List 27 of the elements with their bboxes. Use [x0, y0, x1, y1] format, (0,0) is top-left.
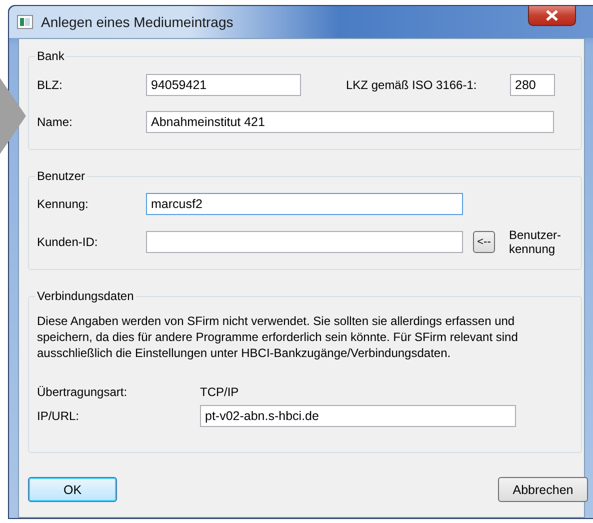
info-text: Diese Angaben werden von SFirm nicht verwendet. Sie sollten sie allerdings erfassen und speichern, da dies für andere Programme erforderlich sein könnte. Für SFirm relevant sind ausschließlich die Einstellungen unter HBCI-Bankzugänge/Verbindungsdaten.	[37, 313, 519, 361]
field-label: Name:	[37, 115, 74, 129]
copy-label: Benutzer- kennung	[509, 228, 562, 256]
input-field[interactable]: 280	[510, 74, 555, 96]
copy-button[interactable]: <--	[473, 231, 495, 253]
group-title: Benutzer	[36, 169, 86, 183]
field-label: IP/URL:	[37, 409, 80, 423]
input-field[interactable]: marcusf2	[146, 193, 463, 215]
field-label: BLZ:	[37, 78, 64, 92]
close-button[interactable]	[528, 6, 576, 26]
transfer-value: TCP/IP	[200, 385, 239, 399]
field-label: Kunden-ID:	[37, 235, 99, 249]
group-title: Verbindungsdaten	[36, 289, 135, 303]
field-label: Kennung:	[37, 197, 90, 211]
input-field[interactable]	[146, 231, 463, 253]
input-field[interactable]: 94059421	[146, 74, 301, 96]
field-label: LKZ gemäß ISO 3166-1:	[346, 78, 478, 92]
input-field[interactable]: Abnahmeinstitut 421	[146, 111, 554, 133]
input-field[interactable]: pt-v02-abn.s-hbci.de	[200, 405, 516, 427]
cancel-button[interactable]: Abbrechen	[498, 477, 588, 502]
ok-button[interactable]: OK	[28, 477, 117, 502]
window-title: Anlegen eines Mediumeintrags	[41, 14, 234, 30]
close-icon	[546, 10, 558, 21]
field-label: Übertragungsart:	[37, 385, 128, 399]
pointer-arrow-icon	[0, 78, 26, 154]
group-title: Bank	[36, 49, 66, 63]
app-icon	[17, 15, 33, 29]
